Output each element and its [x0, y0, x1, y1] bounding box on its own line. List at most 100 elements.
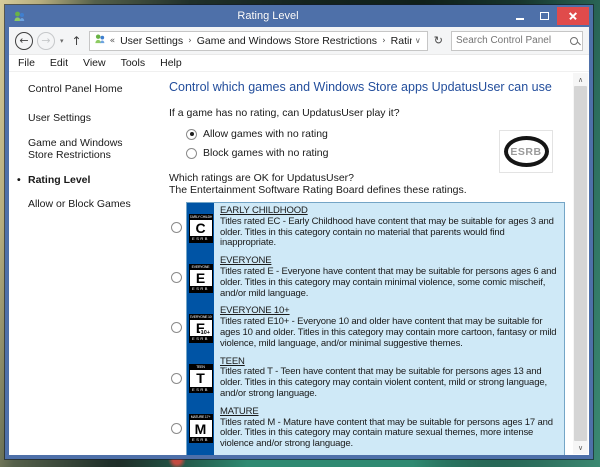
breadcrumb-separator-icon: › — [382, 36, 386, 46]
search-box[interactable] — [451, 31, 583, 51]
minimize-button[interactable] — [507, 7, 532, 25]
rating-icon-footer: ESRB — [190, 387, 212, 393]
rating-row-early-childhood[interactable]: EARLY CHILDHOODCESRBEARLY CHILDHOODTitle… — [187, 203, 564, 253]
esrb-rating-icon-everyone: EVERYONEEESRB — [189, 264, 213, 293]
rating-text: MATURETitles rated M - Mature have conte… — [214, 404, 564, 454]
breadcrumb-separator-icon: › — [188, 36, 192, 46]
rating-text: EARLY CHILDHOODTitles rated EC - Early C… — [214, 203, 564, 253]
breadcrumb: « User Settings › Game and Windows Store Re… — [110, 35, 412, 47]
rating-icon-letter: T — [190, 370, 212, 387]
address-dropdown-icon[interactable]: ∨ — [412, 36, 424, 45]
menu-file[interactable]: File — [18, 57, 35, 69]
rating-row-teen[interactable]: TEENTESRBTEENTitles rated T - Teen have … — [187, 354, 564, 404]
maximize-icon — [540, 12, 549, 20]
rating-icon-strip: TEENTESRB — [187, 354, 214, 404]
rating-icon-footer: ESRB — [190, 336, 212, 342]
rating-description: Titles rated EC - Early Childhood have c… — [220, 217, 558, 249]
rating-icon-letter: E10+ — [190, 320, 212, 337]
ratings-description: The Entertainment Software Rating Board … — [169, 184, 567, 196]
esrb-logo: ESRB — [499, 130, 553, 173]
minimize-icon — [516, 18, 524, 20]
scroll-down-icon[interactable]: ∨ — [573, 441, 588, 454]
search-icon[interactable] — [570, 37, 578, 45]
esrb-logo-text: ESRB — [510, 146, 541, 158]
radio-block-games-with-no-rating[interactable] — [186, 148, 197, 159]
menu-help[interactable]: Help — [160, 57, 182, 69]
esrb-logo-ring: ESRB — [504, 136, 549, 167]
rating-radio-everyone[interactable] — [171, 272, 182, 283]
refresh-button[interactable]: ↻ — [432, 34, 447, 47]
vertical-scrollbar[interactable]: ∧ ∨ — [573, 73, 588, 454]
rating-icon-footer: ESRB — [190, 286, 212, 292]
rating-title: MATURE — [220, 407, 558, 418]
scroll-up-icon[interactable]: ∧ — [573, 73, 588, 86]
option-label: Allow games with no rating — [203, 128, 328, 140]
option-label: Block games with no rating — [203, 147, 328, 159]
breadcrumb-overflow-icon[interactable]: « — [110, 36, 116, 46]
rating-icon-letter: C — [190, 220, 212, 237]
rating-icon-strip: ADULTS ONLY 18+AOESRB — [187, 454, 214, 455]
page-title: Control which games and Windows Store ap… — [169, 80, 567, 94]
up-button[interactable]: ↑ — [69, 34, 85, 48]
rating-radio-mature[interactable] — [171, 423, 182, 434]
no-rating-question: If a game has no rating, can UpdatusUser… — [169, 107, 567, 119]
rating-radio-early-childhood[interactable] — [171, 222, 182, 233]
esrb-rating-icon-everyone-10: EVERYONE 10+E10+ESRB — [189, 314, 213, 343]
esrb-rating-icon-early-childhood: EARLY CHILDHOODCESRB — [189, 214, 213, 243]
rating-icon-letter: E — [190, 270, 212, 287]
esrb-rating-icon-teen: TEENTESRB — [189, 364, 213, 393]
forward-button[interactable]: → — [37, 32, 55, 50]
ratings-list: EARLY CHILDHOODCESRBEARLY CHILDHOODTitle… — [186, 202, 565, 455]
rating-text: EVERYONE 10+Titles rated E10+ - Everyone… — [214, 303, 564, 353]
sidebar-item-rating-level[interactable]: Rating Level — [28, 174, 148, 186]
close-button[interactable] — [557, 7, 589, 25]
sidebar: Control Panel Home User Settings Game and … — [9, 72, 159, 455]
address-toolbar: ← → ▾ ↑ « User Settings › Game and Windows … — [9, 27, 589, 55]
sidebar-item-game-and-windows-store-restrictions[interactable]: Game and Windows Store Restrictions — [28, 137, 148, 162]
parental-controls-icon — [9, 10, 29, 23]
sidebar-item-user-settings[interactable]: User Settings — [28, 112, 148, 124]
sidebar-item-allow-or-block-games[interactable]: Allow or Block Games — [28, 198, 148, 210]
rating-description: Titles rated M - Mature have content tha… — [220, 418, 558, 450]
back-button[interactable]: ← — [15, 32, 33, 50]
menu-tools[interactable]: Tools — [121, 57, 146, 69]
recent-pages-dropdown-icon[interactable]: ▾ — [59, 37, 65, 45]
rating-text: ADULTS ONLYTitles rated AO - Adults Only… — [214, 454, 564, 455]
rating-icon-letter: M — [190, 420, 212, 437]
ratings-question: Which ratings are OK for UpdatusUser? — [169, 172, 567, 184]
esrb-rating-icon-mature: MATURE 17+MESRB — [189, 414, 213, 443]
menu-bar: File Edit View Tools Help — [9, 55, 589, 72]
address-bar[interactable]: « User Settings › Game and Windows Store Re… — [89, 31, 428, 51]
menu-view[interactable]: View — [83, 57, 106, 69]
radio-allow-games-with-no-rating[interactable] — [186, 129, 197, 140]
rating-icon-sub: 10+ — [200, 331, 210, 337]
menu-edit[interactable]: Edit — [50, 57, 68, 69]
titlebar[interactable]: Rating Level — [9, 5, 589, 27]
rating-text: EVERYONETitles rated E - Everyone have c… — [214, 253, 564, 303]
rating-row-adults-only[interactable]: ADULTS ONLY 18+AOESRBADULTS ONLYTitles r… — [187, 454, 564, 455]
scrollbar-thumb[interactable] — [574, 86, 587, 441]
rating-row-everyone[interactable]: EVERYONEEESRBEVERYONETitles rated E - Ev… — [187, 253, 564, 303]
rating-row-everyone-10[interactable]: EVERYONE 10+E10+ESRBEVERYONE 10+Titles r… — [187, 303, 564, 353]
breadcrumb-item-rating-level[interactable]: Rating Level — [391, 35, 412, 47]
control-panel-window: Rating Level ← → ▾ ↑ «Use — [5, 5, 593, 459]
maximize-button[interactable] — [532, 7, 557, 25]
rating-icon-footer: ESRB — [190, 236, 212, 242]
sidebar-item-control-panel-home[interactable]: Control Panel Home — [28, 83, 148, 95]
search-input[interactable] — [456, 35, 570, 46]
rating-description: Titles rated T - Teen have content that … — [220, 367, 558, 399]
rating-icon-strip: EARLY CHILDHOODCESRB — [187, 203, 214, 253]
rating-text: TEENTitles rated T - Teen have content t… — [214, 354, 564, 404]
breadcrumb-item-game-and-windows-store-restrictions[interactable]: Game and Windows Store Restrictions — [197, 35, 377, 47]
rating-icon-strip: EVERYONEEESRB — [187, 253, 214, 303]
window-title: Rating Level — [29, 10, 507, 22]
rating-radio-everyone-10[interactable] — [171, 322, 182, 333]
breadcrumb-location-icon — [94, 33, 106, 48]
rating-icon-strip: MATURE 17+MESRB — [187, 404, 214, 454]
rating-description: Titles rated E - Everyone have content t… — [220, 267, 558, 299]
rating-radio-teen[interactable] — [171, 373, 182, 384]
rating-icon-strip: EVERYONE 10+E10+ESRB — [187, 303, 214, 353]
breadcrumb-item-user-settings[interactable]: User Settings — [120, 35, 183, 47]
main-pane: Control which games and Windows Store ap… — [159, 72, 573, 455]
rating-row-mature[interactable]: MATURE 17+MESRBMATURETitles rated M - Ma… — [187, 404, 564, 454]
